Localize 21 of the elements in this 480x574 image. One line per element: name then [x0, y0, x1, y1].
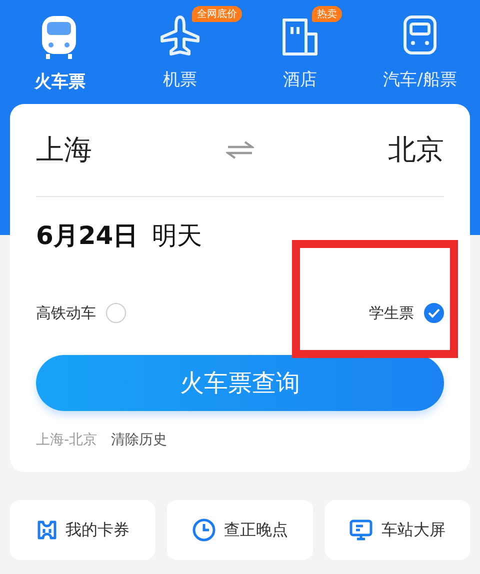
travel-date[interactable]: 6月24日 [36, 218, 138, 252]
arrival-city[interactable]: 北京 [388, 131, 444, 169]
shortcut-tile[interactable]: 查正晚点 [167, 500, 313, 560]
clear-history-link[interactable]: 清除历史 [111, 431, 168, 449]
shortcut-tile[interactable]: 车站大屏 [324, 500, 470, 560]
option-checkbox[interactable] [106, 303, 126, 323]
option-checkbox[interactable] [424, 303, 444, 323]
nav-tab[interactable]: 汽车/船票 [383, 14, 457, 104]
nav-tab[interactable]: 火车票 [34, 14, 86, 104]
clock-icon [192, 518, 216, 542]
checkmark-icon [428, 308, 440, 318]
nav-badge: 全网底价 [192, 6, 242, 22]
shortcut-tile[interactable]: 我的卡券 [10, 500, 156, 560]
coupon-icon [36, 519, 58, 541]
day-label: 明天 [152, 220, 202, 252]
nav-badge: 热卖 [312, 6, 342, 22]
option-label: 高铁动车 [36, 304, 96, 322]
departure-city[interactable]: 上海 [36, 131, 92, 169]
monitor-icon [349, 518, 374, 542]
swap-icon[interactable] [226, 140, 254, 160]
option-label: 学生票 [369, 304, 414, 322]
